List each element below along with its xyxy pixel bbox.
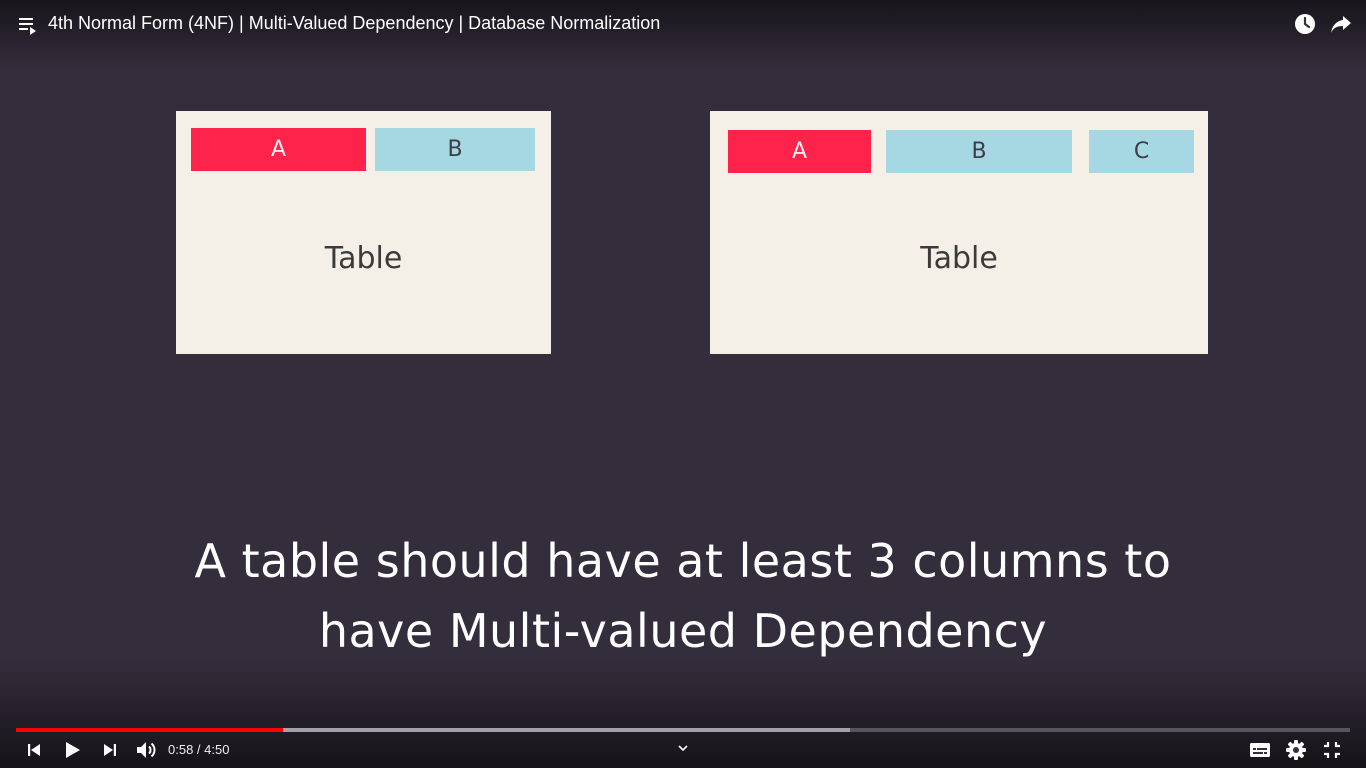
next-icon[interactable] xyxy=(98,738,122,762)
column-header-c: C xyxy=(1089,130,1194,173)
column-header-b: B xyxy=(886,130,1072,173)
progress-bar[interactable] xyxy=(16,728,1350,732)
column-header-a: A xyxy=(191,128,366,171)
play-icon[interactable] xyxy=(60,738,84,762)
volume-icon[interactable] xyxy=(134,738,158,762)
duration: 4:50 xyxy=(204,742,230,757)
share-icon[interactable] xyxy=(1329,12,1353,36)
current-time: 0:58 xyxy=(168,742,194,757)
column-header-a: A xyxy=(728,130,871,173)
time-display: 0:58 / 4:50 xyxy=(168,742,229,757)
column-header-b: B xyxy=(375,128,535,171)
table-card-three-columns: A B C Table xyxy=(710,111,1208,354)
playlist-icon[interactable] xyxy=(17,14,39,36)
table-card-two-columns: A B Table xyxy=(176,111,551,354)
watch-later-icon[interactable] xyxy=(1293,12,1317,36)
table-label: Table xyxy=(324,241,403,276)
table-label: Table xyxy=(920,241,998,276)
slide-caption-line-2: have Multi-valued Dependency xyxy=(318,604,1048,658)
captions-icon[interactable] xyxy=(1248,738,1272,762)
time-separator: / xyxy=(193,742,205,757)
top-overlay xyxy=(0,0,1366,70)
previous-icon[interactable] xyxy=(22,738,46,762)
chevron-down-icon[interactable] xyxy=(676,740,690,754)
exit-fullscreen-icon[interactable] xyxy=(1320,738,1344,762)
video-title[interactable]: 4th Normal Form (4NF) | Multi-Valued Dep… xyxy=(48,13,660,34)
slide-caption-line-1: A table should have at least 3 columns t… xyxy=(194,534,1172,588)
settings-icon[interactable] xyxy=(1284,738,1308,762)
progress-played xyxy=(16,728,283,732)
